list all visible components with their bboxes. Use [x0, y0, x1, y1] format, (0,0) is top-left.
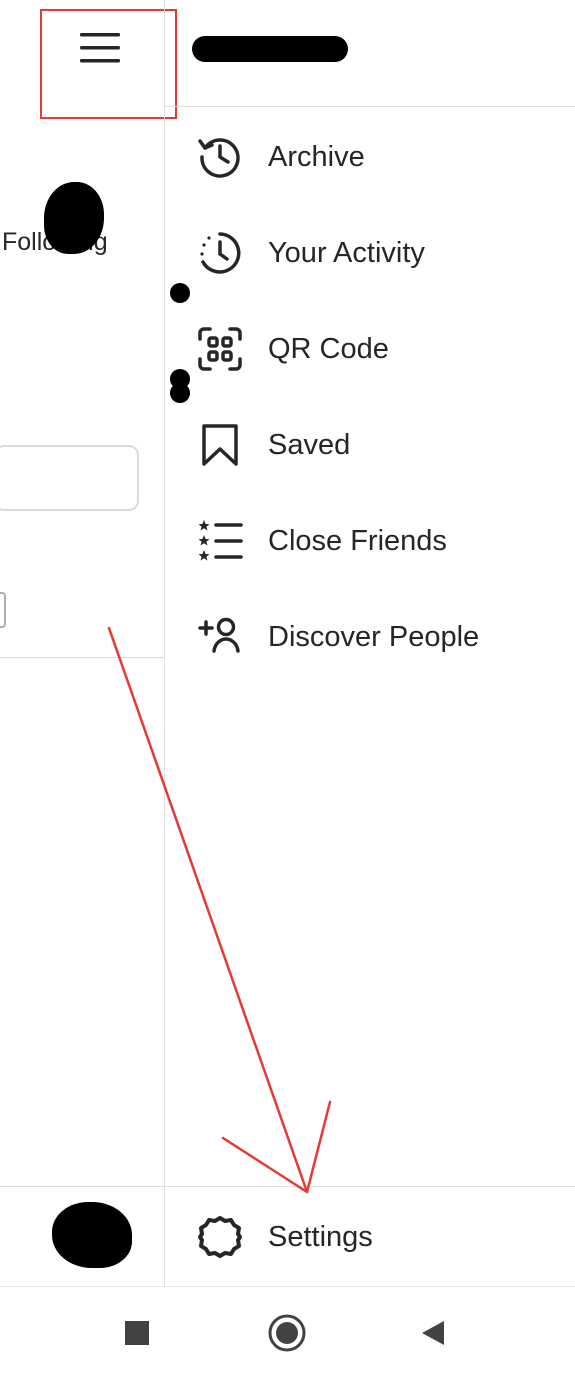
menu-item-label: Settings	[268, 1220, 373, 1253]
close-friends-list-icon	[195, 516, 245, 566]
menu-item-label: Close Friends	[268, 524, 447, 557]
bookmark-icon	[195, 420, 245, 470]
system-navigation-bar	[0, 1287, 575, 1379]
activity-clock-icon	[195, 228, 245, 278]
divider	[165, 1186, 575, 1187]
divider	[0, 657, 164, 658]
gear-icon	[195, 1212, 245, 1262]
qr-code-icon	[195, 324, 245, 374]
menu-item-settings[interactable]: Settings	[165, 1189, 575, 1285]
menu-item-label: Archive	[268, 140, 365, 173]
menu-item-label: Your Activity	[268, 236, 425, 269]
home-circle-icon[interactable]	[247, 1287, 327, 1379]
menu-item-label: QR Code	[268, 332, 389, 365]
username-redaction	[192, 36, 348, 62]
recents-square-icon[interactable]	[97, 1287, 177, 1379]
menu-item-saved[interactable]: Saved	[165, 397, 575, 493]
divider	[0, 1186, 164, 1187]
menu-item-label: Saved	[268, 428, 351, 461]
add-person-icon	[195, 612, 245, 662]
edit-profile-field[interactable]	[0, 445, 139, 511]
back-triangle-icon[interactable]	[393, 1287, 473, 1379]
avatar[interactable]	[52, 1202, 132, 1268]
hamburger-menu-icon[interactable]	[80, 30, 120, 66]
divider	[165, 106, 575, 107]
menu-item-close-friends[interactable]: Close Friends	[165, 493, 575, 589]
menu-item-your-activity[interactable]: Your Activity	[165, 205, 575, 301]
menu-item-label: Discover People	[268, 620, 480, 653]
menu-item-discover-people[interactable]: Discover People	[165, 589, 575, 685]
redaction-scribble	[44, 182, 104, 254]
archive-history-icon	[195, 132, 245, 182]
menu-item-archive[interactable]: Archive	[165, 109, 575, 205]
menu-item-qr-code[interactable]: QR Code	[165, 301, 575, 397]
left-edge-control[interactable]	[0, 592, 6, 628]
